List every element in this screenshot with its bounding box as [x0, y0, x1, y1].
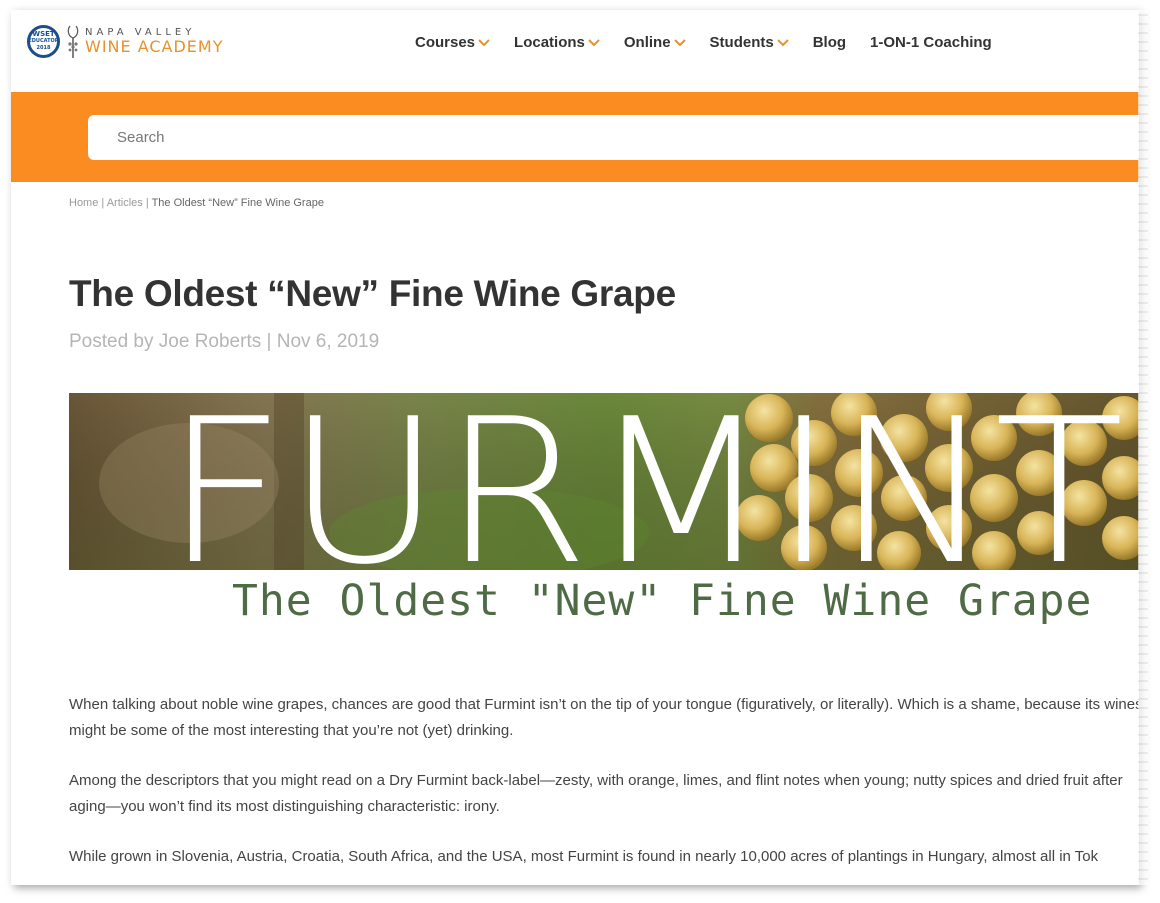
nav-label: Students — [709, 34, 774, 51]
search-input[interactable] — [88, 115, 1139, 160]
hero-subtitle: The Oldest "New" Fine Wine Grape — [232, 576, 1093, 626]
breadcrumb-articles-link[interactable]: Articles — [107, 197, 143, 209]
wset-badge-icon: WSET EDUCATOR 2018 — [27, 24, 60, 58]
breadcrumb-current: The Oldest “New” Fine Wine Grape — [151, 197, 324, 209]
nav-item-online[interactable]: Online — [624, 34, 686, 51]
nav-label: 1-ON-1 Coaching — [870, 34, 992, 51]
page: WSET EDUCATOR 2018 NAPA VALLEY WINE ACAD… — [11, 10, 1139, 885]
badge-year: 2018 — [36, 44, 51, 51]
logo-line-wine-academy: WINE ACADEMY — [85, 36, 224, 56]
nav-item-blog[interactable]: Blog — [813, 34, 846, 51]
site-header: WSET EDUCATOR 2018 NAPA VALLEY WINE ACAD… — [11, 10, 1139, 92]
site-logo[interactable]: WSET EDUCATOR 2018 NAPA VALLEY WINE ACAD… — [27, 24, 224, 58]
nav-label: Blog — [812, 34, 847, 51]
post-date: Nov 6, 2019 — [276, 331, 380, 352]
search-band — [11, 92, 1139, 182]
breadcrumb: Home | Articles | The Oldest “New” Fine … — [69, 197, 324, 209]
meta-separator: | — [261, 331, 277, 352]
article-paragraph: Among the descriptors that you might rea… — [69, 772, 1123, 815]
chevron-down-icon — [478, 38, 490, 46]
badge-sub: EDUCATOR — [28, 37, 59, 44]
nav-item-locations[interactable]: Locations — [514, 34, 600, 51]
posted-by-prefix: Posted by — [69, 331, 159, 352]
hero-image: FURMINT The Oldest "New" Fine Wine Grape — [69, 393, 1139, 633]
breadcrumb-home-link[interactable]: Home — [69, 197, 98, 209]
article-paragraph: When talking about noble wine grapes, ch… — [69, 696, 1139, 739]
author-link[interactable]: Joe Roberts — [159, 331, 261, 352]
badge-text: WSET — [32, 29, 55, 38]
nav-label: Online — [623, 34, 671, 51]
nav-label: Locations — [514, 34, 585, 51]
hero-title-furmint: FURMINT — [164, 393, 1124, 570]
article-paragraph: While grown in Slovenia, Austria, Croati… — [69, 848, 1099, 865]
torn-edge-decoration — [1138, 10, 1148, 885]
grapevine-icon — [67, 25, 79, 58]
main-nav: Courses Locations Online Students Blog 1… — [415, 34, 1016, 51]
nav-item-students[interactable]: Students — [710, 34, 789, 51]
breadcrumb-separator: | — [142, 197, 152, 209]
nav-item-courses[interactable]: Courses — [415, 34, 490, 51]
chevron-down-icon — [588, 38, 600, 46]
nav-item-coaching[interactable]: 1-ON-1 Coaching — [870, 34, 992, 51]
chevron-down-icon — [777, 38, 789, 46]
chevron-down-icon — [673, 38, 686, 46]
hero-word-text: FURMINT — [164, 393, 1124, 570]
breadcrumb-separator: | — [98, 197, 107, 209]
nav-label: Courses — [415, 34, 476, 51]
article-meta: Posted by Joe Roberts | Nov 6, 2019 — [69, 331, 379, 353]
article-title: The Oldest “New” Fine Wine Grape — [69, 273, 676, 314]
